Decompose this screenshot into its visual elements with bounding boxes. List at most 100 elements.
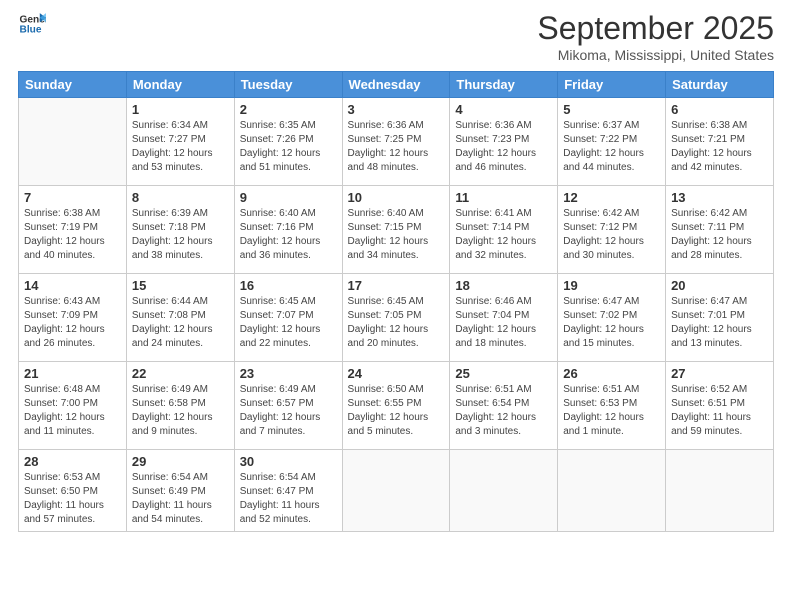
cell-info: Sunrise: 6:42 AMSunset: 7:11 PMDaylight:… — [671, 207, 768, 263]
col-thursday: Thursday — [450, 72, 558, 98]
day-number: 20 — [671, 278, 768, 293]
day-number: 4 — [455, 102, 552, 117]
col-monday: Monday — [126, 72, 234, 98]
day-number: 21 — [24, 366, 121, 381]
table-row: 13 Sunrise: 6:42 AMSunset: 7:11 PMDayligh… — [666, 186, 774, 274]
cell-info: Sunrise: 6:41 AMSunset: 7:14 PMDaylight:… — [455, 207, 552, 263]
cell-info: Sunrise: 6:46 AMSunset: 7:04 PMDaylight:… — [455, 295, 552, 351]
calendar-title: September 2025 — [537, 10, 774, 47]
day-number: 3 — [348, 102, 445, 117]
table-row: 23Sunrise: 6:49 AMSunset: 6:57 PMDayligh… — [234, 362, 342, 450]
cell-info: Sunrise: 6:51 AMSunset: 6:53 PMDaylight:… — [563, 383, 660, 439]
table-row: 25 Sunrise: 6:51 AMSunset: 6:54 PMDayligh… — [450, 362, 558, 450]
cell-info: Sunrise: 6:43 AMSunset: 7:09 PMDaylight:… — [24, 295, 121, 351]
table-row: 3 Sunrise: 6:36 AMSunset: 7:25 PMDaylight… — [342, 98, 450, 186]
table-row: 10 Sunrise: 6:40 AMSunset: 7:15 PMDayligh… — [342, 186, 450, 274]
day-number: 14 — [24, 278, 121, 293]
table-row: 12Sunrise: 6:42 AMSunset: 7:12 PMDayligh… — [558, 186, 666, 274]
cell-info: Sunrise: 6:36 AMSunset: 7:23 PMDaylight:… — [455, 119, 552, 175]
table-row: 29 Sunrise: 6:54 AMSunset: 6:49 PMDayligh… — [126, 450, 234, 532]
day-number: 16 — [240, 278, 337, 293]
cell-info: Sunrise: 6:45 AMSunset: 7:07 PMDaylight:… — [240, 295, 337, 351]
day-number: 30 — [240, 454, 337, 469]
col-friday: Friday — [558, 72, 666, 98]
cell-info: Sunrise: 6:45 AMSunset: 7:05 PMDaylight:… — [348, 295, 445, 351]
table-row: 5Sunrise: 6:37 AMSunset: 7:22 PMDaylight… — [558, 98, 666, 186]
day-number: 9 — [240, 190, 337, 205]
day-number: 2 — [240, 102, 337, 117]
day-number: 5 — [563, 102, 660, 117]
table-row: 19 Sunrise: 6:47 AMSunset: 7:02 PMDayligh… — [558, 274, 666, 362]
day-number: 19 — [563, 278, 660, 293]
cell-info: Sunrise: 6:40 AMSunset: 7:16 PMDaylight:… — [240, 207, 337, 263]
day-number: 22 — [132, 366, 229, 381]
table-row: 22 Sunrise: 6:49 AMSunset: 6:58 PMDayligh… — [126, 362, 234, 450]
day-number: 10 — [348, 190, 445, 205]
table-row — [19, 98, 127, 186]
table-row: 21 Sunrise: 6:48 AMSunset: 7:00 PMDayligh… — [19, 362, 127, 450]
table-row: 27 Sunrise: 6:52 AMSunset: 6:51 PMDayligh… — [666, 362, 774, 450]
cell-info: Sunrise: 6:48 AMSunset: 7:00 PMDaylight:… — [24, 383, 121, 439]
cell-info: Sunrise: 6:35 AMSunset: 7:26 PMDaylight:… — [240, 119, 337, 175]
day-number: 17 — [348, 278, 445, 293]
cell-info: Sunrise: 6:44 AMSunset: 7:08 PMDaylight:… — [132, 295, 229, 351]
cell-info: Sunrise: 6:47 AMSunset: 7:01 PMDaylight:… — [671, 295, 768, 351]
col-wednesday: Wednesday — [342, 72, 450, 98]
day-number: 27 — [671, 366, 768, 381]
table-row: 30 Sunrise: 6:54 AMSunset: 6:47 PMDayligh… — [234, 450, 342, 532]
cell-info: Sunrise: 6:52 AMSunset: 6:51 PMDaylight:… — [671, 383, 768, 439]
day-number: 13 — [671, 190, 768, 205]
cell-info: Sunrise: 6:49 AMSunset: 6:58 PMDaylight:… — [132, 383, 229, 439]
table-row — [450, 450, 558, 532]
logo-icon: General Blue — [18, 10, 46, 38]
table-row: 1Sunrise: 6:34 AMSunset: 7:27 PMDaylight… — [126, 98, 234, 186]
table-row: 7 Sunrise: 6:38 AMSunset: 7:19 PMDaylight… — [19, 186, 127, 274]
table-row: 16 Sunrise: 6:45 AMSunset: 7:07 PMDayligh… — [234, 274, 342, 362]
cell-info: Sunrise: 6:53 AMSunset: 6:50 PMDaylight:… — [24, 471, 121, 527]
col-sunday: Sunday — [19, 72, 127, 98]
day-number: 18 — [455, 278, 552, 293]
col-saturday: Saturday — [666, 72, 774, 98]
cell-info: Sunrise: 6:54 AMSunset: 6:47 PMDaylight:… — [240, 471, 337, 527]
day-number: 24 — [348, 366, 445, 381]
col-tuesday: Tuesday — [234, 72, 342, 98]
table-row — [342, 450, 450, 532]
table-row: 15 Sunrise: 6:44 AMSunset: 7:08 PMDayligh… — [126, 274, 234, 362]
cell-info: Sunrise: 6:50 AMSunset: 6:55 PMDaylight:… — [348, 383, 445, 439]
table-row: 8Sunrise: 6:39 AMSunset: 7:18 PMDaylight… — [126, 186, 234, 274]
title-block: September 2025 Mikoma, Mississippi, Unit… — [537, 10, 774, 63]
table-row: 28Sunrise: 6:53 AMSunset: 6:50 PMDayligh… — [19, 450, 127, 532]
cell-info: Sunrise: 6:49 AMSunset: 6:57 PMDaylight:… — [240, 383, 337, 439]
cell-info: Sunrise: 6:54 AMSunset: 6:49 PMDaylight:… — [132, 471, 229, 527]
cell-info: Sunrise: 6:36 AMSunset: 7:25 PMDaylight:… — [348, 119, 445, 175]
svg-text:Blue: Blue — [20, 25, 42, 36]
cell-info: Sunrise: 6:38 AMSunset: 7:21 PMDaylight:… — [671, 119, 768, 175]
table-row: 2 Sunrise: 6:35 AMSunset: 7:26 PMDaylight… — [234, 98, 342, 186]
day-number: 7 — [24, 190, 121, 205]
calendar-table: Sunday Monday Tuesday Wednesday Thursday… — [18, 71, 774, 532]
table-row: 14 Sunrise: 6:43 AMSunset: 7:09 PMDayligh… — [19, 274, 127, 362]
table-row: 24 Sunrise: 6:50 AMSunset: 6:55 PMDayligh… — [342, 362, 450, 450]
day-number: 11 — [455, 190, 552, 205]
cell-info: Sunrise: 6:38 AMSunset: 7:19 PMDaylight:… — [24, 207, 121, 263]
cell-info: Sunrise: 6:51 AMSunset: 6:54 PMDaylight:… — [455, 383, 552, 439]
day-number: 1 — [132, 102, 229, 117]
calendar-header-row: Sunday Monday Tuesday Wednesday Thursday… — [19, 72, 774, 98]
table-row: 20 Sunrise: 6:47 AMSunset: 7:01 PMDayligh… — [666, 274, 774, 362]
day-number: 6 — [671, 102, 768, 117]
table-row: 26 Sunrise: 6:51 AMSunset: 6:53 PMDayligh… — [558, 362, 666, 450]
table-row: 18 Sunrise: 6:46 AMSunset: 7:04 PMDayligh… — [450, 274, 558, 362]
day-number: 8 — [132, 190, 229, 205]
day-number: 29 — [132, 454, 229, 469]
cell-info: Sunrise: 6:40 AMSunset: 7:15 PMDaylight:… — [348, 207, 445, 263]
day-number: 12 — [563, 190, 660, 205]
day-number: 26 — [563, 366, 660, 381]
day-number: 25 — [455, 366, 552, 381]
logo: General Blue — [18, 10, 46, 38]
day-number: 15 — [132, 278, 229, 293]
header: General Blue September 2025 Mikoma, Miss… — [18, 10, 774, 63]
table-row: 6 Sunrise: 6:38 AMSunset: 7:21 PMDaylight… — [666, 98, 774, 186]
table-row — [666, 450, 774, 532]
cell-info: Sunrise: 6:47 AMSunset: 7:02 PMDaylight:… — [563, 295, 660, 351]
page: General Blue September 2025 Mikoma, Miss… — [0, 0, 792, 612]
